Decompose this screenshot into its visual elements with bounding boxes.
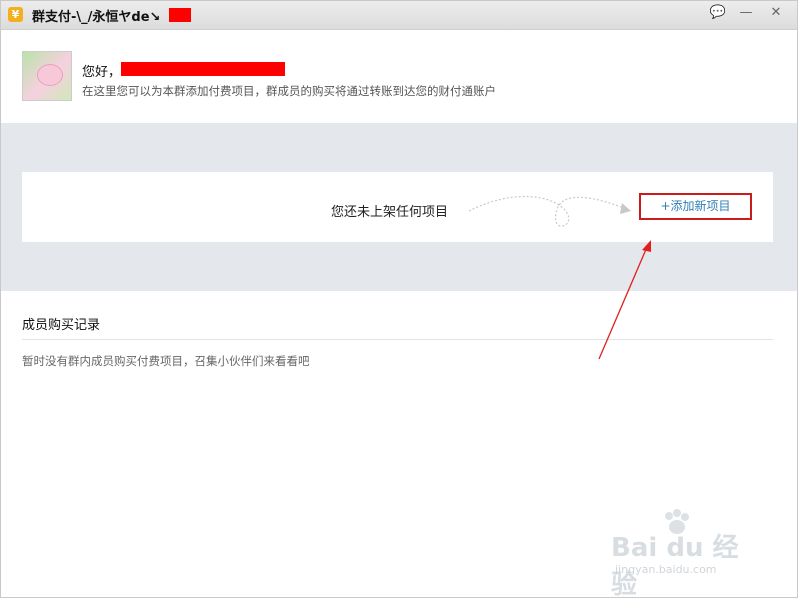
baidu-watermark: Bai du 经验 jingyan.baidu.com [611, 509, 761, 600]
watermark-url: jingyan.baidu.com [615, 563, 717, 576]
